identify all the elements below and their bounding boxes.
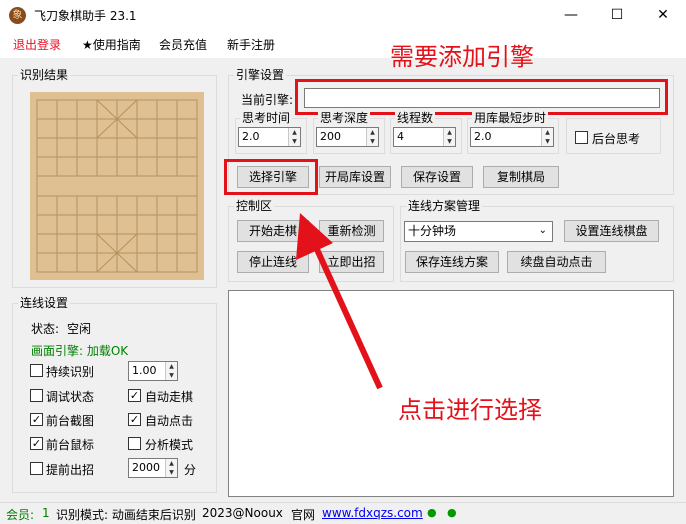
member-value: 1 (42, 506, 50, 520)
status-dot-icon: ● (447, 506, 457, 519)
member-label: 会员: (6, 508, 35, 522)
site-label: 官网 (291, 508, 316, 522)
site-link[interactable]: www.fdxqzs.com (322, 506, 423, 520)
status-dot-icon: ● (427, 506, 437, 519)
recognition-mode-text: 识别模式: 动画结束后识别 (56, 508, 196, 522)
copyright-text: 2023@Nooux (202, 506, 283, 520)
annotation-arrow (296, 213, 383, 390)
